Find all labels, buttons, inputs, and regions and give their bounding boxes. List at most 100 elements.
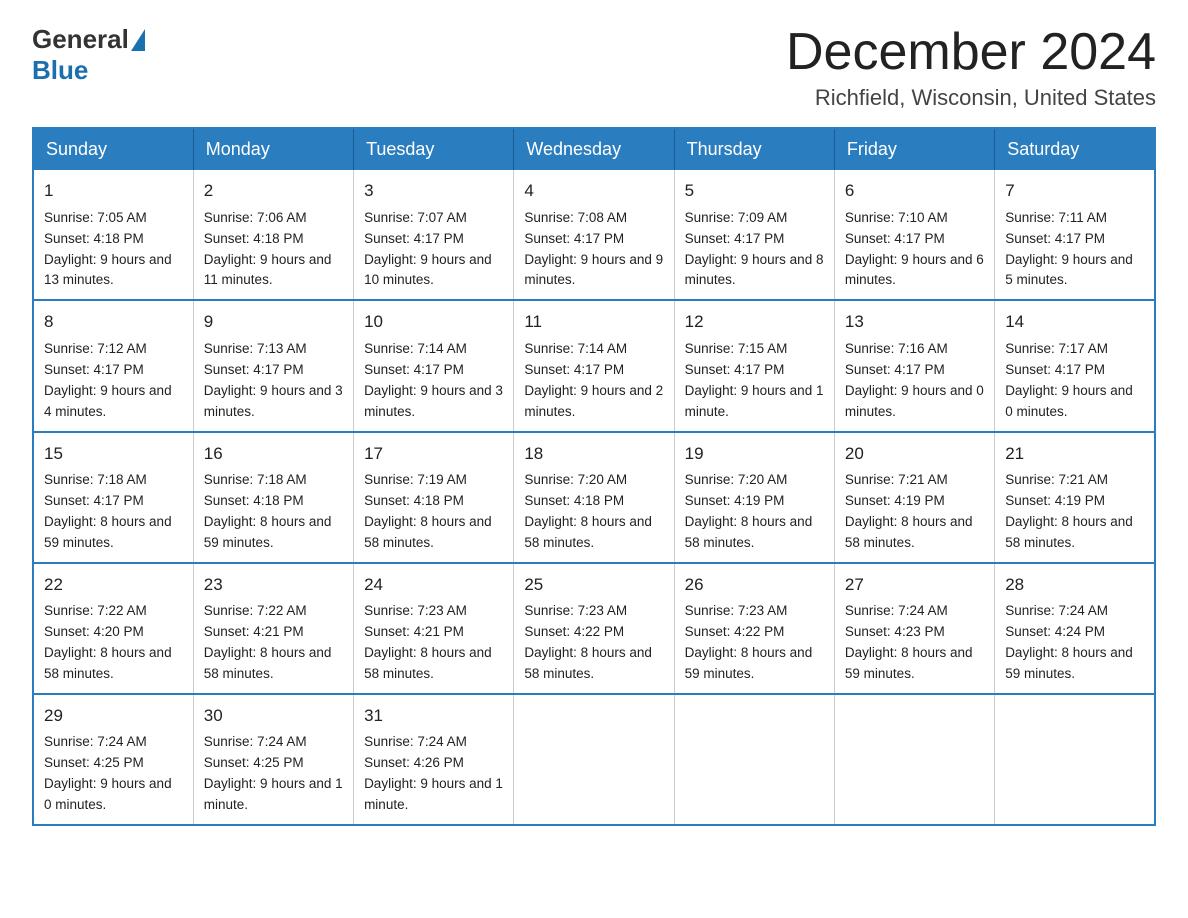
day-info: Sunrise: 7:11 AMSunset: 4:17 PMDaylight:… xyxy=(1005,208,1144,292)
day-number: 20 xyxy=(845,441,984,467)
location-subtitle: Richfield, Wisconsin, United States xyxy=(786,85,1156,111)
calendar-day-cell: 20 Sunrise: 7:21 AMSunset: 4:19 PMDaylig… xyxy=(834,432,994,563)
logo: General Blue xyxy=(32,24,147,86)
day-info: Sunrise: 7:23 AMSunset: 4:21 PMDaylight:… xyxy=(364,601,503,685)
weekday-header-friday: Friday xyxy=(834,128,994,170)
calendar-day-cell: 5 Sunrise: 7:09 AMSunset: 4:17 PMDayligh… xyxy=(674,170,834,300)
day-number: 29 xyxy=(44,703,183,729)
calendar-week-row: 22 Sunrise: 7:22 AMSunset: 4:20 PMDaylig… xyxy=(33,563,1155,694)
calendar-day-cell: 8 Sunrise: 7:12 AMSunset: 4:17 PMDayligh… xyxy=(33,300,193,431)
day-info: Sunrise: 7:10 AMSunset: 4:17 PMDaylight:… xyxy=(845,208,984,292)
calendar-day-cell: 21 Sunrise: 7:21 AMSunset: 4:19 PMDaylig… xyxy=(995,432,1155,563)
calendar-day-cell: 1 Sunrise: 7:05 AMSunset: 4:18 PMDayligh… xyxy=(33,170,193,300)
calendar-day-cell: 25 Sunrise: 7:23 AMSunset: 4:22 PMDaylig… xyxy=(514,563,674,694)
calendar-day-cell xyxy=(995,694,1155,825)
day-number: 10 xyxy=(364,309,503,335)
page-header: General Blue December 2024 Richfield, Wi… xyxy=(32,24,1156,111)
weekday-header-monday: Monday xyxy=(193,128,353,170)
day-number: 12 xyxy=(685,309,824,335)
day-number: 14 xyxy=(1005,309,1144,335)
day-number: 4 xyxy=(524,178,663,204)
day-info: Sunrise: 7:24 AMSunset: 4:26 PMDaylight:… xyxy=(364,732,503,816)
day-number: 28 xyxy=(1005,572,1144,598)
calendar-day-cell: 9 Sunrise: 7:13 AMSunset: 4:17 PMDayligh… xyxy=(193,300,353,431)
calendar-week-row: 1 Sunrise: 7:05 AMSunset: 4:18 PMDayligh… xyxy=(33,170,1155,300)
day-info: Sunrise: 7:22 AMSunset: 4:21 PMDaylight:… xyxy=(204,601,343,685)
calendar-header-row: SundayMondayTuesdayWednesdayThursdayFrid… xyxy=(33,128,1155,170)
day-number: 13 xyxy=(845,309,984,335)
day-info: Sunrise: 7:13 AMSunset: 4:17 PMDaylight:… xyxy=(204,339,343,423)
day-number: 7 xyxy=(1005,178,1144,204)
calendar-day-cell: 19 Sunrise: 7:20 AMSunset: 4:19 PMDaylig… xyxy=(674,432,834,563)
calendar-day-cell: 31 Sunrise: 7:24 AMSunset: 4:26 PMDaylig… xyxy=(354,694,514,825)
calendar-day-cell: 22 Sunrise: 7:22 AMSunset: 4:20 PMDaylig… xyxy=(33,563,193,694)
calendar-week-row: 15 Sunrise: 7:18 AMSunset: 4:17 PMDaylig… xyxy=(33,432,1155,563)
day-number: 27 xyxy=(845,572,984,598)
day-info: Sunrise: 7:24 AMSunset: 4:25 PMDaylight:… xyxy=(204,732,343,816)
day-info: Sunrise: 7:22 AMSunset: 4:20 PMDaylight:… xyxy=(44,601,183,685)
calendar-day-cell: 17 Sunrise: 7:19 AMSunset: 4:18 PMDaylig… xyxy=(354,432,514,563)
calendar-day-cell: 28 Sunrise: 7:24 AMSunset: 4:24 PMDaylig… xyxy=(995,563,1155,694)
logo-triangle-icon xyxy=(131,29,145,51)
calendar-day-cell: 15 Sunrise: 7:18 AMSunset: 4:17 PMDaylig… xyxy=(33,432,193,563)
day-info: Sunrise: 7:18 AMSunset: 4:18 PMDaylight:… xyxy=(204,470,343,554)
calendar-day-cell: 4 Sunrise: 7:08 AMSunset: 4:17 PMDayligh… xyxy=(514,170,674,300)
day-number: 22 xyxy=(44,572,183,598)
calendar-day-cell: 27 Sunrise: 7:24 AMSunset: 4:23 PMDaylig… xyxy=(834,563,994,694)
calendar-day-cell: 7 Sunrise: 7:11 AMSunset: 4:17 PMDayligh… xyxy=(995,170,1155,300)
month-title: December 2024 xyxy=(786,24,1156,81)
weekday-header-sunday: Sunday xyxy=(33,128,193,170)
day-number: 16 xyxy=(204,441,343,467)
calendar-day-cell: 29 Sunrise: 7:24 AMSunset: 4:25 PMDaylig… xyxy=(33,694,193,825)
day-number: 30 xyxy=(204,703,343,729)
day-number: 25 xyxy=(524,572,663,598)
day-info: Sunrise: 7:19 AMSunset: 4:18 PMDaylight:… xyxy=(364,470,503,554)
day-info: Sunrise: 7:24 AMSunset: 4:23 PMDaylight:… xyxy=(845,601,984,685)
day-info: Sunrise: 7:20 AMSunset: 4:19 PMDaylight:… xyxy=(685,470,824,554)
day-info: Sunrise: 7:21 AMSunset: 4:19 PMDaylight:… xyxy=(1005,470,1144,554)
day-info: Sunrise: 7:16 AMSunset: 4:17 PMDaylight:… xyxy=(845,339,984,423)
calendar-day-cell: 12 Sunrise: 7:15 AMSunset: 4:17 PMDaylig… xyxy=(674,300,834,431)
day-number: 1 xyxy=(44,178,183,204)
day-number: 3 xyxy=(364,178,503,204)
calendar-day-cell xyxy=(674,694,834,825)
day-info: Sunrise: 7:05 AMSunset: 4:18 PMDaylight:… xyxy=(44,208,183,292)
day-number: 15 xyxy=(44,441,183,467)
calendar-day-cell: 24 Sunrise: 7:23 AMSunset: 4:21 PMDaylig… xyxy=(354,563,514,694)
calendar-day-cell: 6 Sunrise: 7:10 AMSunset: 4:17 PMDayligh… xyxy=(834,170,994,300)
calendar-week-row: 8 Sunrise: 7:12 AMSunset: 4:17 PMDayligh… xyxy=(33,300,1155,431)
weekday-header-tuesday: Tuesday xyxy=(354,128,514,170)
title-block: December 2024 Richfield, Wisconsin, Unit… xyxy=(786,24,1156,111)
day-number: 23 xyxy=(204,572,343,598)
day-number: 2 xyxy=(204,178,343,204)
calendar-day-cell: 30 Sunrise: 7:24 AMSunset: 4:25 PMDaylig… xyxy=(193,694,353,825)
day-number: 17 xyxy=(364,441,503,467)
calendar-day-cell: 16 Sunrise: 7:18 AMSunset: 4:18 PMDaylig… xyxy=(193,432,353,563)
calendar-day-cell: 11 Sunrise: 7:14 AMSunset: 4:17 PMDaylig… xyxy=(514,300,674,431)
day-info: Sunrise: 7:17 AMSunset: 4:17 PMDaylight:… xyxy=(1005,339,1144,423)
weekday-header-saturday: Saturday xyxy=(995,128,1155,170)
day-number: 21 xyxy=(1005,441,1144,467)
day-info: Sunrise: 7:07 AMSunset: 4:17 PMDaylight:… xyxy=(364,208,503,292)
day-info: Sunrise: 7:08 AMSunset: 4:17 PMDaylight:… xyxy=(524,208,663,292)
day-info: Sunrise: 7:24 AMSunset: 4:24 PMDaylight:… xyxy=(1005,601,1144,685)
day-info: Sunrise: 7:12 AMSunset: 4:17 PMDaylight:… xyxy=(44,339,183,423)
day-info: Sunrise: 7:09 AMSunset: 4:17 PMDaylight:… xyxy=(685,208,824,292)
day-info: Sunrise: 7:06 AMSunset: 4:18 PMDaylight:… xyxy=(204,208,343,292)
calendar-day-cell: 10 Sunrise: 7:14 AMSunset: 4:17 PMDaylig… xyxy=(354,300,514,431)
calendar-table: SundayMondayTuesdayWednesdayThursdayFrid… xyxy=(32,127,1156,826)
calendar-day-cell: 2 Sunrise: 7:06 AMSunset: 4:18 PMDayligh… xyxy=(193,170,353,300)
day-number: 11 xyxy=(524,309,663,335)
day-number: 5 xyxy=(685,178,824,204)
day-info: Sunrise: 7:21 AMSunset: 4:19 PMDaylight:… xyxy=(845,470,984,554)
calendar-week-row: 29 Sunrise: 7:24 AMSunset: 4:25 PMDaylig… xyxy=(33,694,1155,825)
calendar-day-cell: 26 Sunrise: 7:23 AMSunset: 4:22 PMDaylig… xyxy=(674,563,834,694)
day-number: 9 xyxy=(204,309,343,335)
day-info: Sunrise: 7:14 AMSunset: 4:17 PMDaylight:… xyxy=(364,339,503,423)
day-info: Sunrise: 7:23 AMSunset: 4:22 PMDaylight:… xyxy=(685,601,824,685)
calendar-day-cell: 14 Sunrise: 7:17 AMSunset: 4:17 PMDaylig… xyxy=(995,300,1155,431)
day-info: Sunrise: 7:23 AMSunset: 4:22 PMDaylight:… xyxy=(524,601,663,685)
day-number: 19 xyxy=(685,441,824,467)
logo-blue-text: Blue xyxy=(32,55,88,86)
day-number: 26 xyxy=(685,572,824,598)
